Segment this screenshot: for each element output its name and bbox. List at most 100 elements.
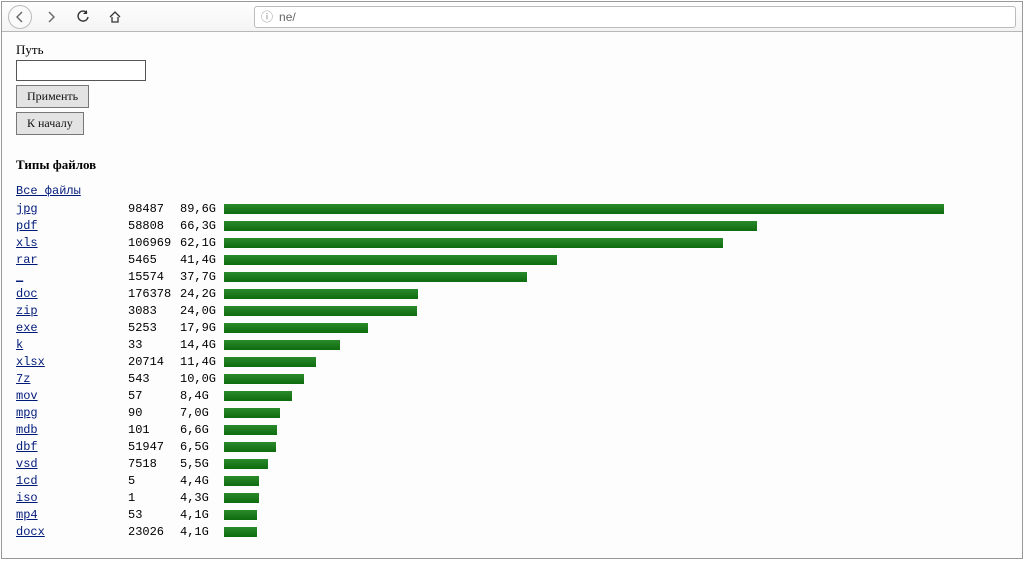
bar-cell	[224, 306, 1008, 316]
file-type-row: xlsx 2071411,4G	[16, 353, 1008, 370]
apply-button[interactable]: Применть	[16, 85, 89, 108]
file-type-row: pdf5880866,3G	[16, 217, 1008, 234]
file-type-row: vsd75185,5G	[16, 455, 1008, 472]
size-bar	[224, 340, 340, 350]
file-size: 4,3G	[180, 491, 224, 505]
file-size: 10,0G	[180, 372, 224, 386]
file-size: 41,4G	[180, 253, 224, 267]
file-type-link[interactable]: mov	[16, 389, 38, 403]
bar-cell	[224, 289, 1008, 299]
back-button[interactable]	[8, 5, 32, 29]
file-type-row: 7z54310,0G	[16, 370, 1008, 387]
reset-button[interactable]: К началу	[16, 112, 84, 135]
file-count: 5	[128, 474, 180, 488]
size-bar	[224, 221, 757, 231]
all-files-link[interactable]: Все файлы	[16, 184, 81, 198]
bar-cell	[224, 442, 1008, 452]
address-text: ne/	[279, 10, 296, 24]
file-type-link[interactable]: rar	[16, 253, 38, 267]
bar-cell	[224, 221, 1008, 231]
address-bar[interactable]: ⓘ ne/	[254, 6, 1016, 28]
file-type-row: _1557437,7G	[16, 268, 1008, 285]
file-size: 4,1G	[180, 508, 224, 522]
file-count: 51947	[128, 440, 180, 454]
size-bar	[224, 374, 304, 384]
file-count: 58808	[128, 219, 180, 233]
file-type-link[interactable]: _	[16, 270, 23, 284]
size-bar	[224, 204, 944, 214]
size-bar	[224, 493, 259, 503]
file-type-row: mdb1016,6G	[16, 421, 1008, 438]
file-type-row: mp4534,1G	[16, 506, 1008, 523]
file-size: 17,9G	[180, 321, 224, 335]
file-type-link[interactable]: mp4	[16, 508, 38, 522]
file-count: 5465	[128, 253, 180, 267]
size-bar	[224, 289, 418, 299]
file-size: 8,4G	[180, 389, 224, 403]
bar-cell	[224, 408, 1008, 418]
file-count: 57	[128, 389, 180, 403]
file-type-row: docx 230264,1G	[16, 523, 1008, 540]
file-type-link[interactable]: zip	[16, 304, 38, 318]
file-type-row: zip 308324,0G	[16, 302, 1008, 319]
file-type-row: xls10696962,1G	[16, 234, 1008, 251]
file-count: 90	[128, 406, 180, 420]
bar-cell	[224, 255, 1008, 265]
file-type-link[interactable]: doc	[16, 287, 38, 301]
size-bar	[224, 306, 417, 316]
file-type-link[interactable]: 1cd	[16, 474, 38, 488]
path-label: Путь	[16, 42, 1008, 58]
size-bar	[224, 425, 277, 435]
path-input[interactable]	[16, 60, 146, 81]
file-size: 14,4G	[180, 338, 224, 352]
file-size: 24,0G	[180, 304, 224, 318]
bar-cell	[224, 425, 1008, 435]
file-type-link[interactable]: exe	[16, 321, 38, 335]
file-count: 15574	[128, 270, 180, 284]
browser-toolbar: ⓘ ne/	[2, 2, 1022, 32]
file-type-link[interactable]: xls	[16, 236, 38, 250]
file-type-link[interactable]: mdb	[16, 423, 38, 437]
file-size: 4,1G	[180, 525, 224, 539]
file-count: 98487	[128, 202, 180, 216]
bar-cell	[224, 510, 1008, 520]
bar-cell	[224, 476, 1008, 486]
file-count: 7518	[128, 457, 180, 471]
size-bar	[224, 459, 268, 469]
file-count: 3083	[128, 304, 180, 318]
file-type-link[interactable]: xlsx	[16, 355, 45, 369]
bar-cell	[224, 204, 1008, 214]
file-count: 20714	[128, 355, 180, 369]
size-bar	[224, 323, 368, 333]
page-content: Путь Применть К началу Типы файлов Все ф…	[2, 32, 1022, 558]
file-count: 23026	[128, 525, 180, 539]
file-type-link[interactable]: dbf	[16, 440, 38, 454]
home-button[interactable]	[102, 6, 128, 28]
file-size: 89,6G	[180, 202, 224, 216]
size-bar	[224, 510, 257, 520]
file-type-row: exe 525317,9G	[16, 319, 1008, 336]
bar-cell	[224, 357, 1008, 367]
forward-button[interactable]	[38, 6, 64, 28]
file-type-link[interactable]: 7z	[16, 372, 30, 386]
file-type-link[interactable]: pdf	[16, 219, 38, 233]
browser-window: ⓘ ne/ Путь Применть К началу Типы файлов…	[1, 1, 1023, 559]
size-bar	[224, 442, 276, 452]
site-info-icon[interactable]: ⓘ	[261, 8, 273, 25]
file-type-list: jpg9848789,6Gpdf5880866,3Gxls10696962,1G…	[16, 200, 1008, 540]
file-type-link[interactable]: mpg	[16, 406, 38, 420]
file-count: 5253	[128, 321, 180, 335]
file-size: 11,4G	[180, 355, 224, 369]
file-count: 176378	[128, 287, 180, 301]
file-type-link[interactable]: vsd	[16, 457, 38, 471]
file-type-link[interactable]: iso	[16, 491, 38, 505]
size-bar	[224, 238, 723, 248]
size-bar	[224, 255, 557, 265]
file-type-link[interactable]: docx	[16, 525, 45, 539]
file-type-link[interactable]: k	[16, 338, 23, 352]
bar-cell	[224, 272, 1008, 282]
bar-cell	[224, 391, 1008, 401]
file-type-link[interactable]: jpg	[16, 202, 38, 216]
reload-button[interactable]	[70, 6, 96, 28]
size-bar	[224, 391, 292, 401]
